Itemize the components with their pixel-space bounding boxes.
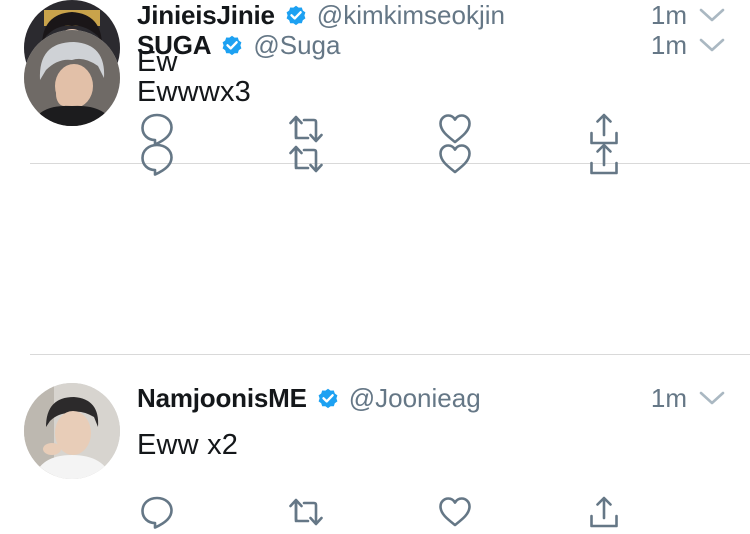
tweet[interactable]: SUGA @Suga 1m Ewwwx3	[0, 0, 750, 190]
tweet-timestamp[interactable]: 1m	[651, 378, 687, 418]
divider	[30, 354, 750, 355]
retweet-icon	[289, 145, 323, 173]
tweet-header: NamjoonisME @Joonieag 1m	[137, 378, 727, 418]
reply-button[interactable]	[137, 139, 177, 179]
verified-badge-icon	[220, 33, 244, 57]
avatar[interactable]	[24, 383, 120, 479]
tweet-actions	[137, 139, 657, 179]
tweet-feed: JinieisJinie @kimkimseokjin 1m Ew Namjoo…	[0, 0, 750, 534]
tweet[interactable]: NamjoonisME @Joonieag 1m Eww x2	[0, 353, 750, 534]
reply-icon	[141, 496, 173, 529]
retweet-button[interactable]	[286, 139, 326, 179]
user-handle[interactable]: @Suga	[253, 30, 340, 61]
tweet-actions	[137, 492, 657, 532]
tweet-text: Eww x2	[137, 429, 239, 461]
reply-button[interactable]	[137, 492, 177, 532]
avatar[interactable]	[24, 30, 120, 126]
verified-badge-icon	[316, 386, 340, 410]
user-handle[interactable]: @Joonieag	[349, 383, 481, 414]
retweet-icon	[289, 498, 323, 526]
tweet-timestamp[interactable]: 1m	[651, 25, 687, 65]
like-button[interactable]	[435, 139, 475, 179]
tweet-text: Ewwwx3	[137, 76, 251, 108]
display-name[interactable]: NamjoonisME	[137, 383, 307, 414]
chevron-down-icon[interactable]	[699, 386, 725, 410]
chevron-down-icon[interactable]	[699, 33, 725, 57]
retweet-button[interactable]	[286, 492, 326, 532]
like-icon	[439, 497, 471, 527]
share-button[interactable]	[584, 492, 624, 532]
share-icon	[590, 143, 618, 175]
like-button[interactable]	[435, 492, 475, 532]
like-icon	[439, 144, 471, 174]
tweet-header: SUGA @Suga 1m	[137, 25, 727, 65]
share-icon	[590, 496, 618, 528]
reply-icon	[141, 143, 173, 176]
share-button[interactable]	[584, 139, 624, 179]
display-name[interactable]: SUGA	[137, 30, 212, 61]
